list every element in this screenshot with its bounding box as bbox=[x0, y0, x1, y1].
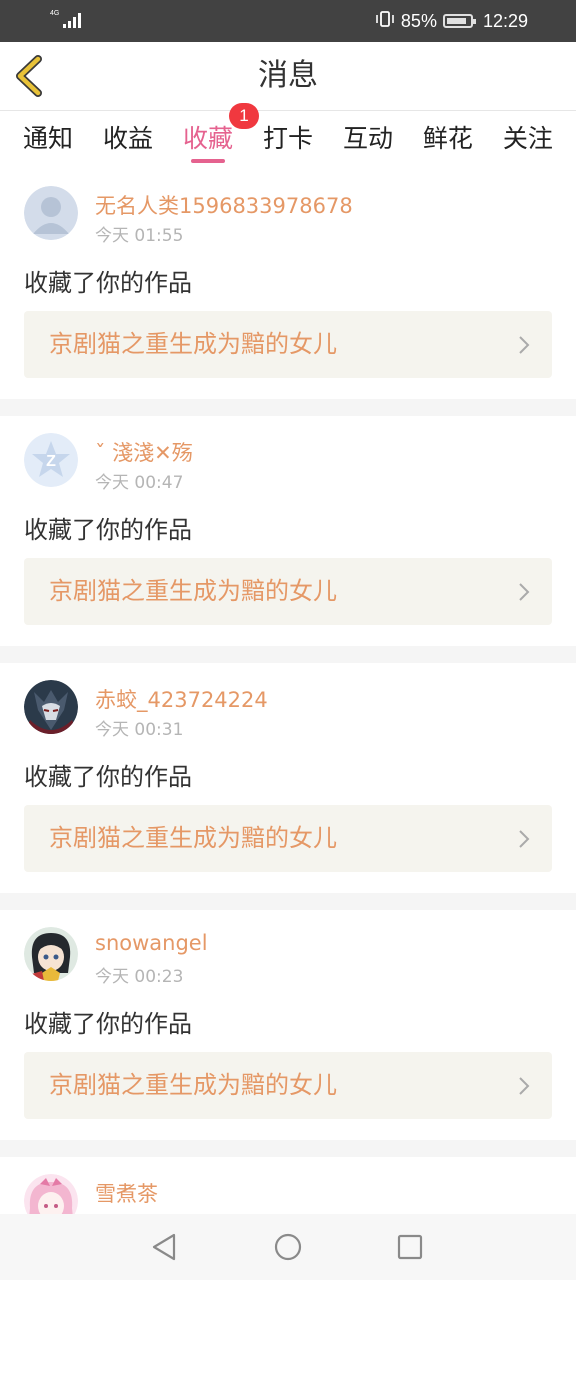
tab-favorites[interactable]: 收藏 1 bbox=[183, 103, 259, 169]
home-circle-icon[interactable] bbox=[273, 1232, 303, 1266]
avatar[interactable]: Z bbox=[24, 433, 78, 487]
divider bbox=[0, 646, 576, 663]
divider bbox=[0, 1140, 576, 1157]
tab-interactions[interactable]: 互动 bbox=[343, 111, 393, 169]
username[interactable]: 赤蛟_423724224 bbox=[95, 684, 268, 714]
timestamp: 今天 00:47 bbox=[95, 473, 184, 493]
work-title: 京剧猫之重生成为黯的女儿 bbox=[49, 1071, 337, 1099]
avatar[interactable] bbox=[24, 927, 78, 981]
username[interactable]: ˇ 淺淺✕殇 bbox=[95, 437, 193, 467]
work-link[interactable]: 京剧猫之重生成为黯的女儿 bbox=[24, 805, 552, 872]
chevron-right-icon bbox=[519, 336, 530, 354]
divider bbox=[0, 399, 576, 416]
chevron-right-icon bbox=[519, 583, 530, 601]
work-title: 京剧猫之重生成为黯的女儿 bbox=[49, 577, 337, 605]
work-title: 京剧猫之重生成为黯的女儿 bbox=[49, 330, 337, 358]
username[interactable]: 无名人类1596833978678 bbox=[95, 190, 353, 220]
notification-item: Z ˇ 淺淺✕殇 今天 00:47 收藏了你的作品 京剧猫之重生成为黯的女儿 bbox=[0, 416, 576, 646]
work-title: 京剧猫之重生成为黯的女儿 bbox=[49, 824, 337, 852]
svg-text:Z: Z bbox=[46, 453, 56, 470]
action-text: 收藏了你的作品 bbox=[24, 269, 192, 297]
recents-square-icon[interactable] bbox=[396, 1232, 424, 1266]
system-nav-bar bbox=[0, 1214, 576, 1280]
action-text: 收藏了你的作品 bbox=[24, 763, 192, 791]
action-text: 收藏了你的作品 bbox=[24, 1010, 192, 1038]
work-link[interactable]: 京剧猫之重生成为黯的女儿 bbox=[24, 311, 552, 378]
chevron-right-icon bbox=[519, 830, 530, 848]
active-tab-indicator bbox=[190, 159, 225, 163]
timestamp: 今天 00:23 bbox=[95, 967, 184, 987]
avatar[interactable] bbox=[24, 680, 78, 734]
timestamp: 今天 01:55 bbox=[95, 226, 184, 246]
avatar[interactable] bbox=[24, 186, 78, 240]
work-link[interactable]: 京剧猫之重生成为黯的女儿 bbox=[24, 1052, 552, 1119]
network-type: 4G bbox=[50, 10, 60, 17]
vibrate-icon bbox=[375, 10, 395, 33]
divider bbox=[0, 893, 576, 910]
timestamp: 今天 00:31 bbox=[95, 720, 184, 740]
notification-item: 赤蛟_423724224 今天 00:31 收藏了你的作品 京剧猫之重生成为黯的… bbox=[0, 663, 576, 893]
username[interactable]: 雪煮茶 bbox=[95, 1178, 158, 1208]
tab-notifications[interactable]: 通知 bbox=[23, 111, 73, 169]
tab-flowers[interactable]: 鲜花 bbox=[423, 111, 473, 169]
page-title: 消息 bbox=[258, 58, 318, 93]
battery-percent: 85% bbox=[400, 10, 437, 31]
signal-icon: 4G bbox=[50, 10, 90, 30]
tab-earnings[interactable]: 收益 bbox=[103, 111, 153, 169]
tab-follows[interactable]: 关注 bbox=[503, 111, 553, 169]
tab-checkin[interactable]: 打卡 bbox=[263, 111, 313, 169]
chevron-right-icon bbox=[519, 1077, 530, 1095]
action-text: 收藏了你的作品 bbox=[24, 516, 192, 544]
notification-item: 无名人类1596833978678 今天 01:55 收藏了你的作品 京剧猫之重… bbox=[0, 169, 576, 399]
notification-list: 无名人类1596833978678 今天 01:55 收藏了你的作品 京剧猫之重… bbox=[0, 169, 576, 1387]
clock: 12:29 bbox=[482, 10, 528, 31]
battery-icon bbox=[442, 14, 476, 28]
header: 消息 bbox=[0, 42, 576, 111]
back-triangle-icon[interactable] bbox=[150, 1232, 178, 1266]
work-link[interactable]: 京剧猫之重生成为黯的女儿 bbox=[24, 558, 552, 625]
username[interactable]: snowangel bbox=[95, 931, 208, 955]
notification-item: snowangel 今天 00:23 收藏了你的作品 京剧猫之重生成为黯的女儿 bbox=[0, 910, 576, 1140]
tab-bar: 通知 收益 收藏 1 打卡 互动 鲜花 关注 bbox=[0, 103, 576, 169]
unread-badge: 1 bbox=[228, 103, 259, 129]
status-bar: 4G 85% 12:29 bbox=[0, 0, 576, 42]
